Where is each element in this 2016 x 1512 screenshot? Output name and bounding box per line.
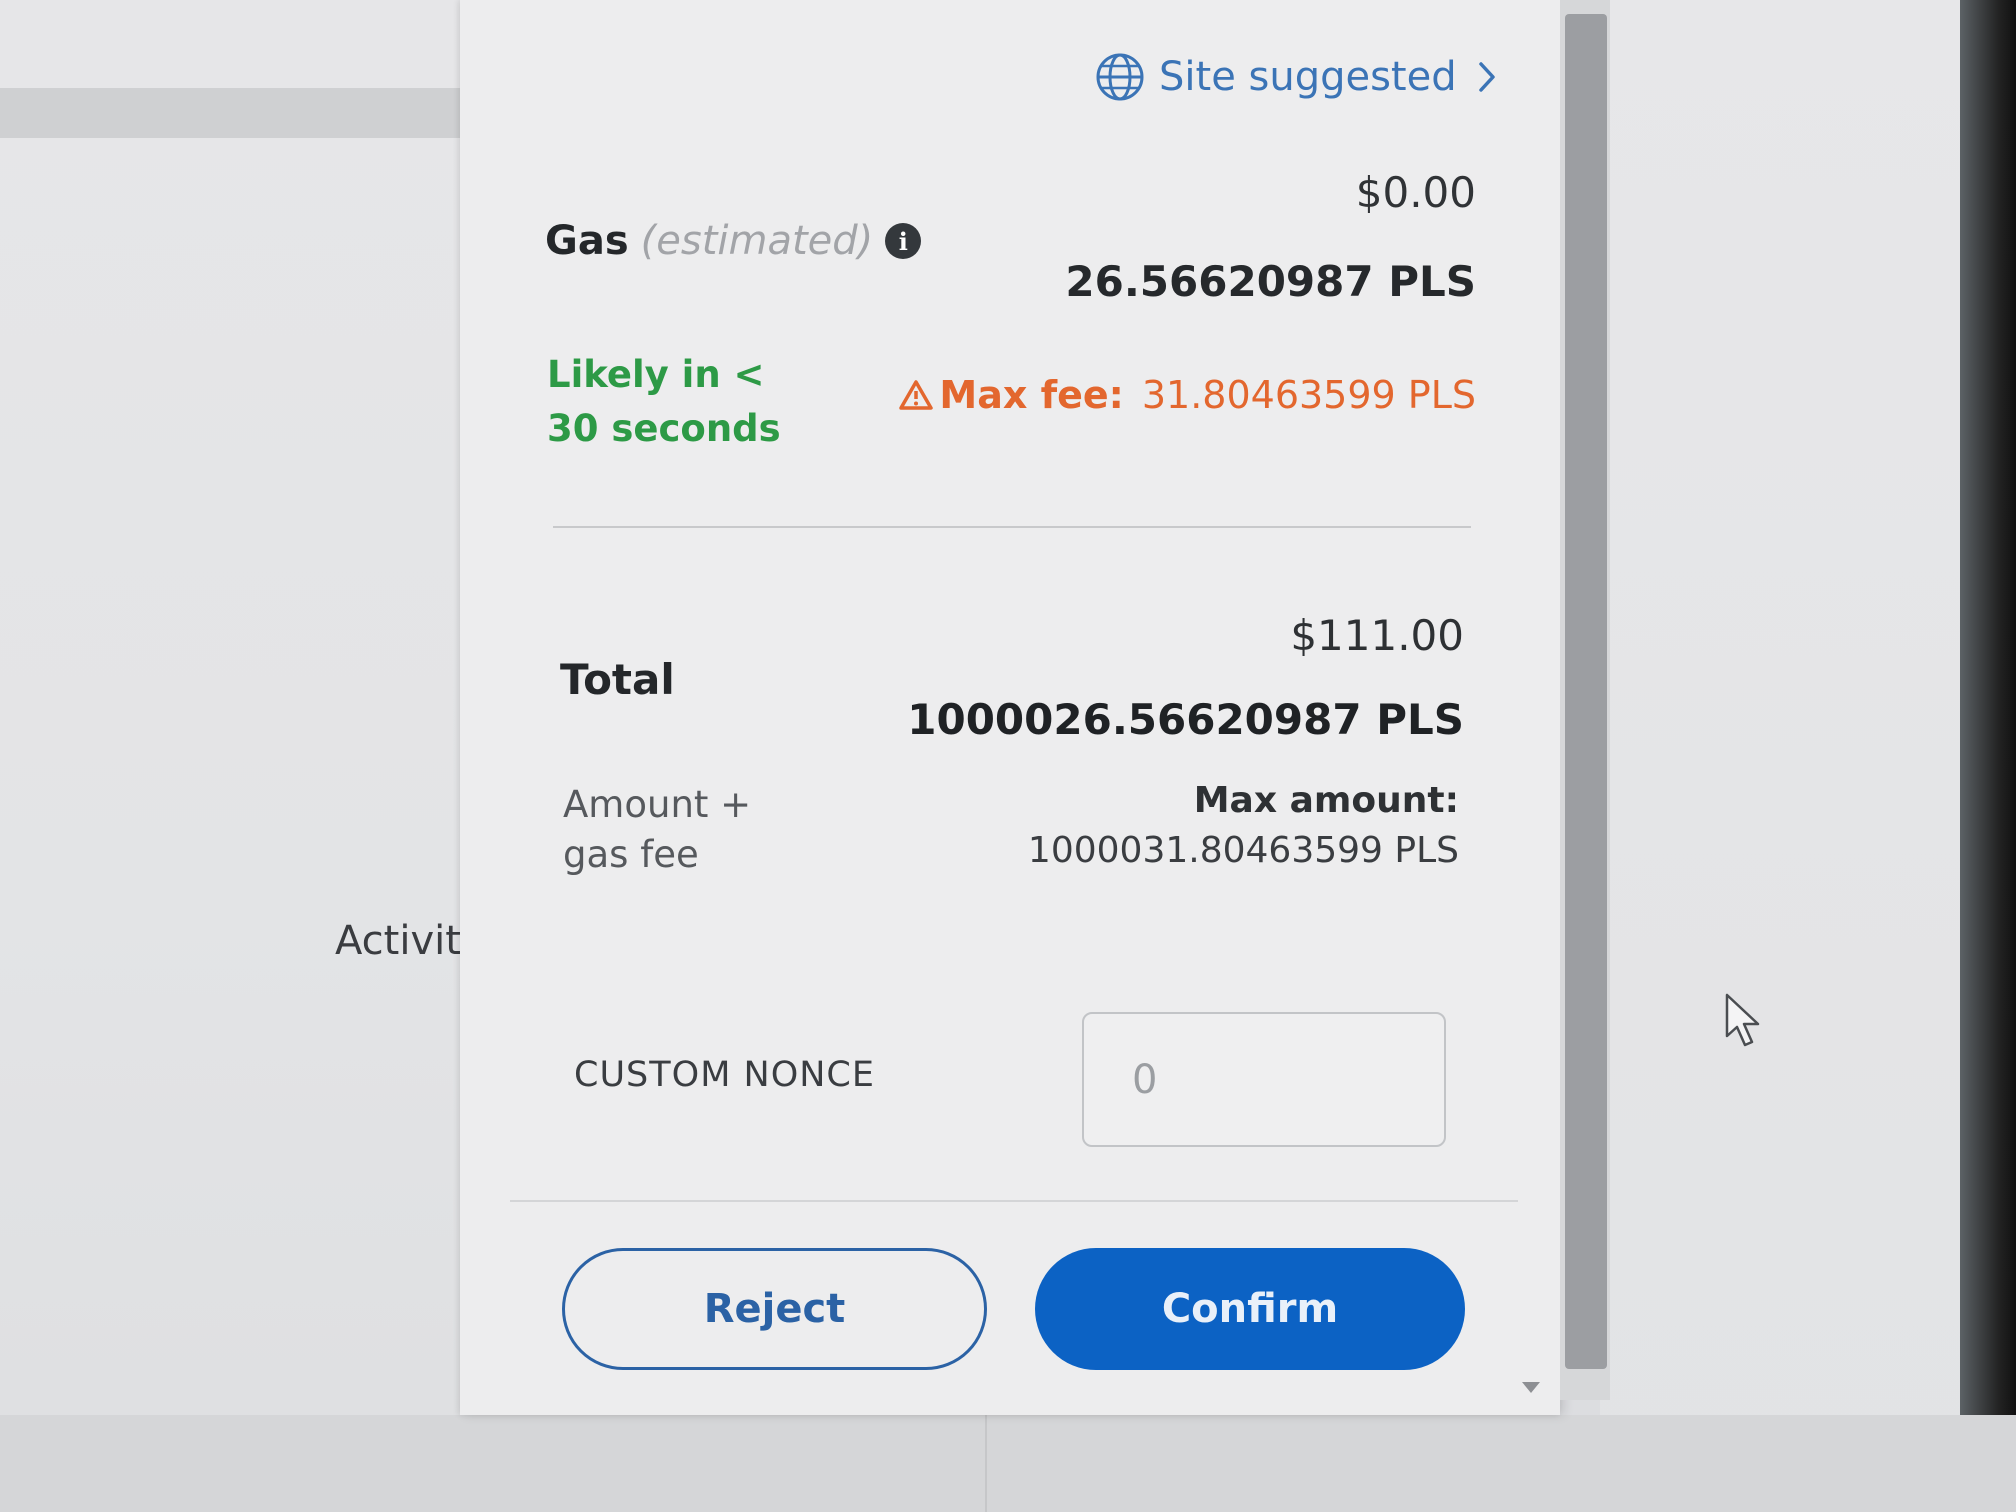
- background-page-left: [0, 0, 470, 1512]
- scroll-down-arrow-icon[interactable]: [1522, 1382, 1540, 1393]
- background-divider: [985, 1415, 987, 1512]
- max-fee-row: Max fee: 31.80463599 PLS: [899, 373, 1476, 417]
- total-sublabel: Amount + gas fee: [563, 783, 752, 876]
- custom-nonce-input[interactable]: [1082, 1012, 1446, 1147]
- max-fee-label-group: Max fee:: [899, 373, 1124, 417]
- site-suggested-link[interactable]: Site suggested: [1095, 52, 1497, 102]
- background-page-right: [1600, 0, 2016, 1512]
- reject-button[interactable]: Reject: [562, 1248, 987, 1370]
- site-suggested-label: Site suggested: [1159, 54, 1457, 100]
- total-fiat-value: $111.00: [1290, 611, 1464, 660]
- max-amount-label: Max amount:: [1193, 780, 1459, 821]
- max-amount-value: 1000031.80463599 PLS: [1027, 830, 1459, 871]
- gas-time-estimate: Likely in < 30 seconds: [547, 353, 781, 450]
- background-page-bottom: [0, 1415, 2016, 1512]
- mouse-cursor-icon: [1725, 993, 1760, 1047]
- total-label: Total: [560, 655, 675, 704]
- confirm-button[interactable]: Confirm: [1035, 1248, 1465, 1370]
- gas-label: Gas: [545, 218, 629, 264]
- section-divider: [553, 526, 1471, 528]
- max-fee-value: 31.80463599 PLS: [1141, 373, 1476, 417]
- gas-fiat-value: $0.00: [1355, 168, 1476, 217]
- globe-icon: [1096, 53, 1144, 101]
- max-fee-label: Max fee:: [939, 373, 1124, 417]
- footer-divider: [510, 1200, 1518, 1202]
- info-icon[interactable]: i: [885, 223, 922, 259]
- chevron-right-icon: [1478, 62, 1495, 92]
- gas-estimated-label: (estimated): [640, 218, 874, 264]
- background-header-strip: [0, 88, 460, 138]
- custom-nonce-label: CUSTOM NONCE: [574, 1055, 875, 1095]
- total-native-value: 1000026.56620987 PLS: [907, 695, 1464, 744]
- monitor-bezel-edge: [1960, 0, 2016, 1512]
- scrollbar-thumb[interactable]: [1565, 14, 1607, 1369]
- warning-icon: [899, 380, 934, 410]
- gas-row-label: Gas (estimated) i: [545, 218, 922, 264]
- gas-native-value: 26.56620987 PLS: [1065, 257, 1476, 306]
